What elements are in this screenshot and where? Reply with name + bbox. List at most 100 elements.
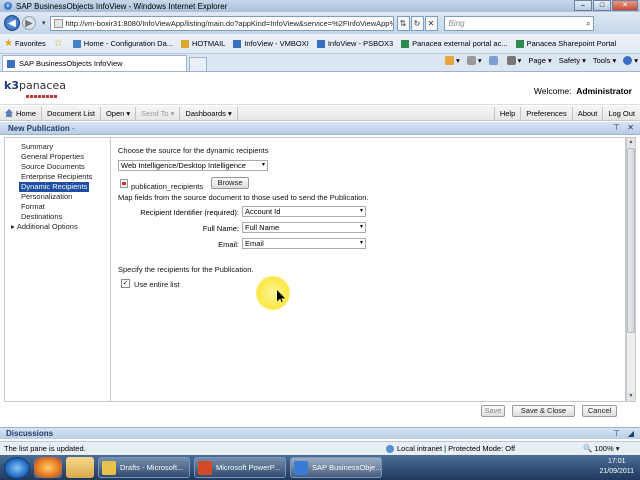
- full-name-select[interactable]: Full Name ▾: [242, 222, 366, 233]
- home-page-icon[interactable]: ▾: [445, 56, 460, 65]
- help-icon[interactable]: ▾: [623, 56, 638, 65]
- favorites-star-icon: ★: [4, 38, 13, 49]
- nav-dynamic-recipients[interactable]: Dynamic Recipients: [19, 182, 90, 192]
- url-buttons: ⇅ ↻ ✕: [396, 15, 438, 31]
- favorites-button[interactable]: ★ Favorites: [4, 38, 46, 49]
- start-button[interactable]: [4, 456, 30, 479]
- chevron-down-icon: ▾: [261, 162, 265, 168]
- map-fields-label: Map fields from the source document to t…: [118, 193, 369, 202]
- favorite-link[interactable]: Panacea external portal ac...: [401, 39, 508, 48]
- choose-source-label: Choose the source for the dynamic recipi…: [118, 146, 269, 155]
- open-menu[interactable]: Open ▾: [101, 106, 137, 120]
- powerpoint-icon: [198, 460, 212, 475]
- mail-icon[interactable]: [488, 56, 500, 65]
- preferences-link[interactable]: Preferences: [520, 106, 571, 120]
- help-link[interactable]: Help: [493, 106, 520, 120]
- print-icon[interactable]: ▾: [506, 56, 521, 65]
- favorite-link[interactable]: HOTMAIL: [181, 39, 225, 48]
- tools-menu[interactable]: Tools ▾: [593, 56, 616, 65]
- favorite-link[interactable]: InfoView - VMBOXI: [233, 39, 309, 48]
- panel-header: New Publication - ⊤ ✕: [0, 122, 640, 135]
- tab-label: SAP BusinessObjects InfoView: [19, 59, 123, 68]
- explorer-folder-icon[interactable]: [66, 457, 94, 478]
- clock-time: 17:01: [607, 458, 626, 465]
- question-icon: [623, 56, 633, 65]
- scroll-down-icon[interactable]: ▼: [627, 392, 635, 401]
- window-controls: – □ ✕: [573, 0, 638, 11]
- logout-link[interactable]: Log Out: [602, 106, 640, 120]
- nav-personalization[interactable]: Personalization: [5, 192, 110, 202]
- compat-view-icon[interactable]: ⇅: [396, 15, 410, 31]
- send-to-menu[interactable]: Send To ▾: [136, 106, 181, 120]
- close-window-button[interactable]: ✕: [612, 0, 638, 11]
- document-list-button[interactable]: Document List: [42, 106, 101, 120]
- nav-destinations[interactable]: Destinations: [5, 212, 110, 222]
- nav-general-properties[interactable]: General Properties: [5, 152, 110, 162]
- scroll-thumb[interactable]: [627, 148, 635, 333]
- pin-icon[interactable]: ⊤: [613, 428, 620, 439]
- panel-close-icon[interactable]: ✕: [627, 123, 634, 132]
- browse-button[interactable]: Browse: [211, 177, 249, 189]
- favorite-link[interactable]: InfoView - PSBOX3: [316, 39, 393, 48]
- new-tab-button[interactable]: [189, 57, 207, 71]
- nav-summary[interactable]: Summary: [5, 142, 110, 152]
- search-icon[interactable]: ⌕: [586, 17, 590, 30]
- email-value: Email: [245, 239, 264, 248]
- forward-button[interactable]: ▶: [22, 16, 36, 30]
- taskbar-task[interactable]: Drafts - Microsoft...: [98, 457, 190, 478]
- vertical-scrollbar[interactable]: ▲ ▼: [626, 137, 636, 402]
- favorite-link-label: HOTMAIL: [192, 39, 226, 48]
- zoom-level: 100%: [594, 444, 614, 453]
- taskbar-task[interactable]: Microsoft PowerP...: [194, 457, 286, 478]
- add-favorite-icon[interactable]: ☆: [54, 38, 65, 49]
- nav-additional-options[interactable]: ▸ Additional Options: [5, 222, 110, 232]
- favorite-link[interactable]: Home - Configuration Da...: [72, 39, 173, 48]
- source-type-select[interactable]: Web Intelligence/Desktop Intelligence ▾: [118, 160, 268, 171]
- expand-icon[interactable]: ◢: [628, 428, 634, 439]
- refresh-icon[interactable]: ↻: [410, 15, 424, 31]
- use-entire-list-checkbox[interactable]: ✓: [121, 279, 130, 288]
- nav-format[interactable]: Format: [5, 202, 110, 212]
- stop-icon[interactable]: ✕: [424, 15, 438, 31]
- minimize-button[interactable]: –: [574, 0, 592, 11]
- page-menu[interactable]: Page ▾: [528, 56, 551, 65]
- history-dropdown-icon[interactable]: ▾: [42, 19, 46, 27]
- pin-icon[interactable]: ⊤: [613, 123, 620, 132]
- dashboards-menu[interactable]: Dashboards ▾: [180, 106, 238, 120]
- save-close-button[interactable]: Save & Close: [512, 405, 575, 417]
- url-field[interactable]: http://vm-boxir31:8080/InfoViewApp/listi…: [49, 15, 394, 31]
- scroll-up-icon[interactable]: ▲: [627, 138, 635, 147]
- panel-collapse-icon[interactable]: -: [72, 124, 75, 133]
- discussions-bar[interactable]: Discussions ⊤ ◢: [0, 427, 640, 439]
- ie-logo-icon: e: [4, 2, 12, 10]
- home-icon: [5, 109, 13, 117]
- url-text: http://vm-boxir31:8080/InfoViewApp/listi…: [65, 18, 394, 28]
- back-button[interactable]: ◀: [4, 15, 20, 31]
- security-zone[interactable]: Local intranet | Protected Mode: Off: [386, 444, 515, 453]
- safety-menu[interactable]: Safety ▾: [559, 56, 586, 65]
- nav-enterprise-recipients[interactable]: Enterprise Recipients: [5, 172, 110, 182]
- maximize-button[interactable]: □: [593, 0, 611, 11]
- favorite-link[interactable]: Panacea Sharepoint Portal: [515, 39, 616, 48]
- username: Administrator: [576, 86, 632, 96]
- search-input[interactable]: Bing ⌕: [443, 15, 594, 31]
- save-button[interactable]: Save: [481, 405, 505, 417]
- email-label: Email:: [218, 240, 239, 249]
- main-pane: Choose the source for the dynamic recipi…: [110, 137, 626, 402]
- recipient-id-select[interactable]: Account Id ▾: [242, 206, 366, 217]
- cancel-button[interactable]: Cancel: [582, 405, 617, 417]
- system-clock[interactable]: 17:01 21/09/2011: [599, 457, 634, 477]
- favorites-bar: ★ Favorites ☆ Home - Configuration Da...…: [0, 34, 640, 54]
- use-entire-list-label: Use entire list: [134, 280, 180, 289]
- clock-date: 21/09/2011: [599, 468, 634, 475]
- home-button[interactable]: Home: [0, 106, 43, 120]
- email-select[interactable]: Email ▾: [242, 238, 366, 249]
- taskbar-task-active[interactable]: SAP BusinessObje...: [290, 457, 382, 478]
- nav-source-documents[interactable]: Source Documents: [5, 162, 110, 172]
- about-link[interactable]: About: [571, 106, 603, 120]
- feeds-icon[interactable]: ▾: [466, 56, 482, 65]
- fav-page-icon: [515, 39, 524, 48]
- browser-tab[interactable]: SAP BusinessObjects InfoView: [2, 55, 187, 71]
- firefox-icon[interactable]: [34, 457, 62, 478]
- zoom-control[interactable]: 🔍 100% ▾: [583, 444, 619, 453]
